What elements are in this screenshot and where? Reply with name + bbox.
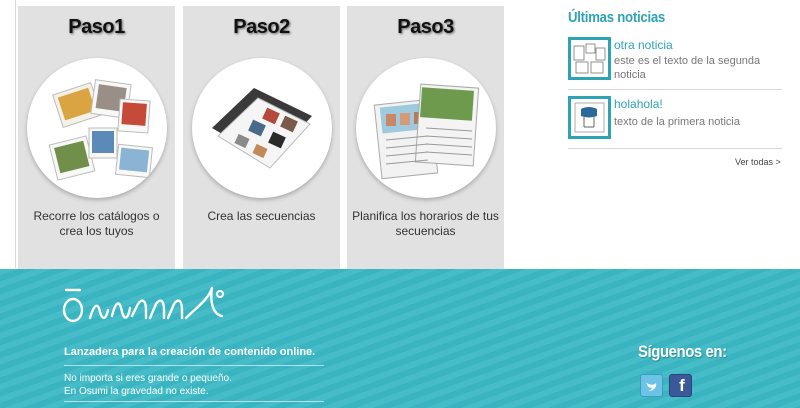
step-description: Planifica los horarios de tus secuencias <box>352 209 499 238</box>
step-title: Paso2 <box>233 16 290 38</box>
follow-us-label: Síguenos en: <box>638 342 727 361</box>
step-title: Paso3 <box>397 16 454 38</box>
step-card-1[interactable]: Paso1 Recorre los catálogos o crea los t… <box>18 6 175 286</box>
step-description: Crea las secuencias <box>207 209 316 223</box>
news-headline-link[interactable]: holahola! <box>614 97 663 111</box>
news-thumbnail[interactable] <box>568 96 611 139</box>
step-description: Recorre los catálogos o crea los tuyos <box>33 209 160 238</box>
news-heading: Últimas noticias <box>568 9 666 26</box>
footer-tagline: Lanzadera para la creación de contenido … <box>64 346 316 358</box>
osumi-logo[interactable] <box>62 286 237 333</box>
calendar-schedule-image <box>356 58 496 198</box>
divider <box>568 89 782 90</box>
footer-text-line: En Osumi la gravedad no existe. <box>64 386 209 397</box>
twitter-icon[interactable] <box>640 374 663 397</box>
news-body: este es el texto de la segunda noticia <box>614 55 761 81</box>
news-thumbnail[interactable] <box>568 37 611 80</box>
news-item[interactable]: otra noticia este es el texto de la segu… <box>568 37 782 83</box>
view-all-link[interactable]: Ver todas > <box>735 157 781 167</box>
footer: Lanzadera para la creación de contenido … <box>0 269 800 408</box>
divider <box>64 401 324 402</box>
news-headline-link[interactable]: otra noticia <box>614 38 673 52</box>
divider <box>64 365 324 366</box>
news-item[interactable]: holahola! texto de la primera noticia <box>568 96 782 142</box>
divider <box>568 148 782 149</box>
catalog-photos-image <box>27 58 167 198</box>
news-body: texto de la primera noticia <box>614 116 740 128</box>
frame-border <box>15 0 16 268</box>
footer-text-line: No importa si eres grande o pequeño. <box>64 373 232 384</box>
step-card-3[interactable]: Paso3 Planifica los horarios de tus secu… <box>347 6 504 286</box>
sequence-book-image <box>192 58 332 198</box>
facebook-icon[interactable]: f <box>669 374 692 397</box>
step-card-2[interactable]: Paso2 Crea las secuencias <box>183 6 340 286</box>
step-title: Paso1 <box>68 16 125 38</box>
